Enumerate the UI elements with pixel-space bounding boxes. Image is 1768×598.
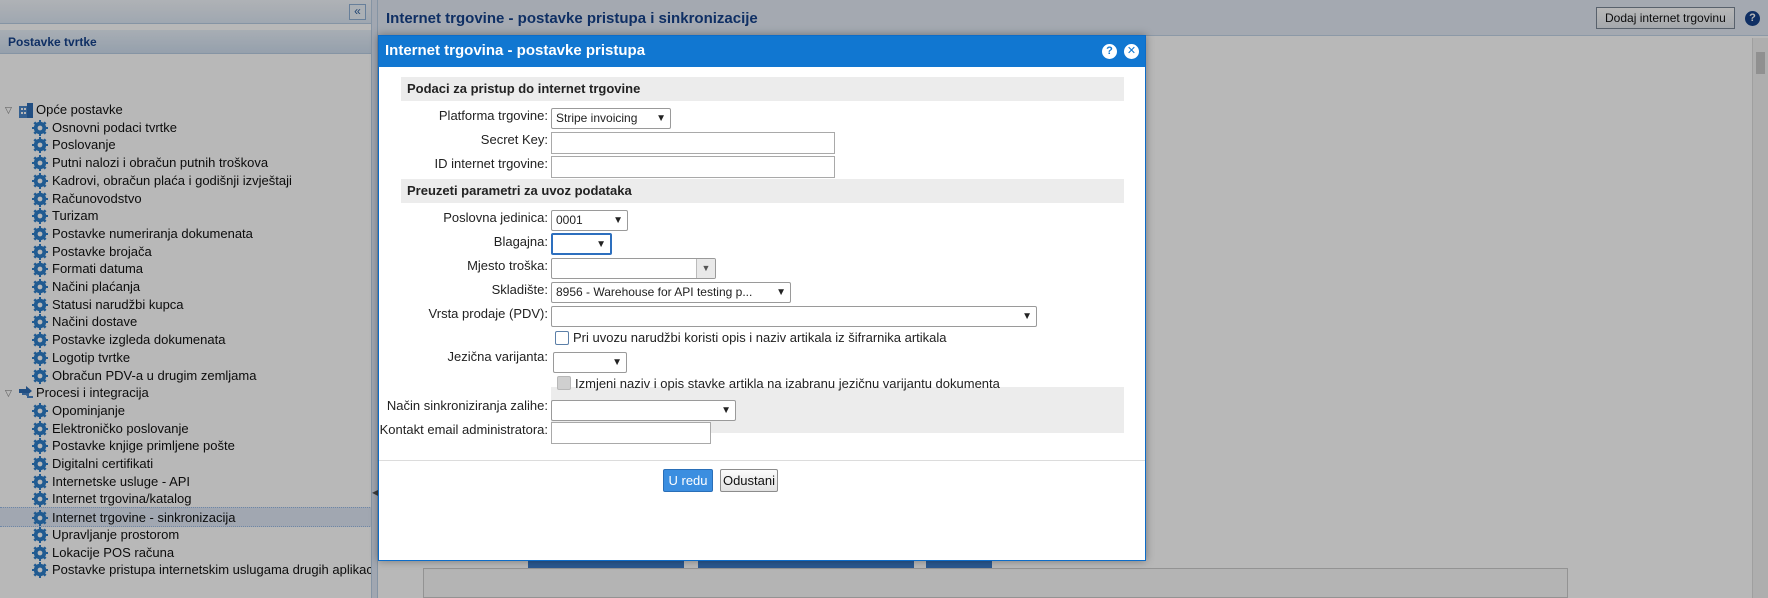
chevron-down-icon: ▼ [776,287,786,298]
change-lang-checkbox[interactable] [557,376,571,390]
use-catalog-desc-label: Pri uvozu narudžbi koristi opis i naziv … [573,330,947,345]
use-catalog-desc-checkbox[interactable] [555,331,569,345]
chevron-down-icon: ▼ [613,215,623,226]
dialog-header: Internet trgovina - postavke pristupa ? … [379,36,1145,67]
sale-type-label: Vrsta prodaje (PDV): [428,306,548,321]
cost-center-combo[interactable]: ▼ [551,258,716,279]
shop-id-input[interactable] [551,156,835,178]
combo-trigger-icon[interactable]: ▼ [696,259,715,278]
business-unit-value: 0001 [556,213,583,227]
platform-select[interactable]: Stripe invoicing ▼ [551,108,671,129]
section-import-heading: Preuzeti parametri za uvoz podataka [401,179,1124,203]
cancel-button[interactable]: Odustani [720,469,778,492]
warehouse-select[interactable]: 8956 - Warehouse for API testing p... ▼ [551,282,791,303]
shop-id-label: ID internet trgovine: [434,156,548,171]
business-unit-label: Poslovna jedinica: [443,210,548,225]
change-lang-label: Izmjeni naziv i opis stavke artikla na i… [575,376,1000,391]
admin-email-label: Kontakt email administratora: [379,422,548,437]
platform-label: Platforma trgovine: [438,108,548,123]
help-icon[interactable]: ? [1102,44,1117,59]
admin-email-input[interactable] [551,422,711,444]
dialog-footer-divider [379,460,1145,461]
warehouse-value: 8956 - Warehouse for API testing p... [556,285,753,299]
cash-register-select[interactable]: ▼ [551,233,612,255]
chevron-down-icon: ▼ [721,405,731,416]
chevron-down-icon: ▼ [612,357,622,368]
warehouse-label: Skladište: [491,282,548,297]
chevron-down-icon: ▼ [596,239,606,250]
business-unit-select[interactable]: 0001 ▼ [551,210,628,231]
cash-register-label: Blagajna: [493,234,548,249]
close-icon[interactable]: ✕ [1124,44,1139,59]
cost-center-label: Mjesto troška: [467,258,548,273]
stock-sync-select[interactable]: ▼ [551,400,736,421]
platform-value: Stripe invoicing [556,111,638,125]
secret-key-label: Secret Key: [480,132,548,147]
secret-key-input[interactable] [551,132,835,154]
language-label: Jezična varijanta: [447,349,548,364]
dialog-title: Internet trgovina - postavke pristupa [385,42,646,59]
sale-type-select[interactable]: ▼ [551,306,1037,327]
chevron-down-icon: ▼ [1022,311,1032,322]
language-select[interactable]: ▼ [553,352,627,373]
ok-button[interactable]: U redu [663,469,713,492]
section-access-heading: Podaci za pristup do internet trgovine [401,77,1124,101]
webshop-access-dialog: Internet trgovina - postavke pristupa ? … [378,35,1146,561]
chevron-down-icon: ▼ [656,113,666,124]
stock-sync-label: Način sinkroniziranja zalihe: [386,398,548,413]
